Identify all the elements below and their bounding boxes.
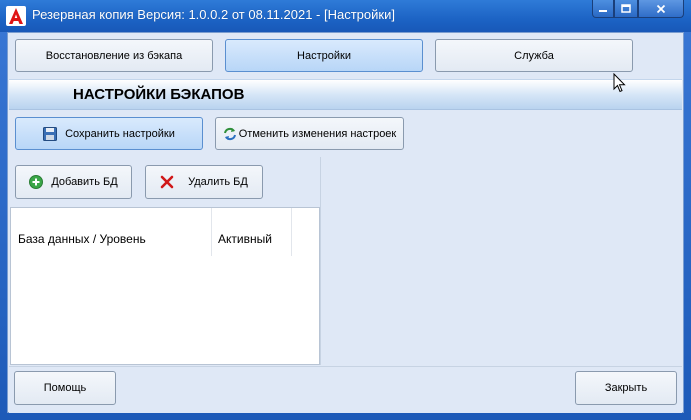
column-divider — [291, 208, 292, 256]
close-window-button[interactable] — [638, 0, 684, 18]
save-settings-label: Сохранить настройки — [65, 127, 175, 140]
undo-arrows-icon — [223, 127, 237, 141]
window-title: Резервная копия Версия: 1.0.0.2 от 08.11… — [32, 7, 395, 22]
minimize-button[interactable] — [592, 0, 614, 18]
database-grid[interactable]: База данных / Уровень Активный — [10, 207, 320, 365]
add-database-label: Добавить БД — [51, 176, 118, 188]
tab-settings[interactable]: Настройки — [225, 39, 423, 72]
tab-service[interactable]: Служба — [435, 39, 633, 72]
revert-settings-button[interactable]: Отменить изменения настроек — [215, 117, 404, 150]
revert-settings-label: Отменить изменения настроек — [238, 127, 397, 140]
delete-database-button[interactable]: Удалить БД — [145, 165, 263, 199]
delete-database-label: Удалить БД — [188, 176, 248, 188]
app-window: Резервная копия Версия: 1.0.0.2 от 08.11… — [0, 0, 691, 420]
tab-restore-from-backup[interactable]: Восстановление из бэкапа — [15, 39, 213, 72]
add-database-button[interactable]: Добавить БД — [15, 165, 132, 199]
delete-x-icon — [160, 175, 174, 189]
section-header: НАСТРОЙКИ БЭКАПОВ — [9, 79, 682, 110]
close-button[interactable]: Закрыть — [575, 371, 677, 405]
maximize-icon — [621, 3, 631, 13]
window-controls — [592, 0, 684, 18]
add-circle-icon — [29, 175, 44, 189]
column-divider — [211, 208, 212, 256]
column-header-active[interactable]: Активный — [218, 232, 272, 246]
save-settings-button[interactable]: Сохранить настройки — [15, 117, 203, 150]
minimize-icon — [599, 9, 607, 12]
app-logo-icon — [6, 6, 26, 26]
column-header-database[interactable]: База данных / Уровень — [18, 232, 146, 246]
client-area: Восстановление из бэкапа Настройки Служб… — [7, 32, 684, 413]
maximize-button[interactable] — [614, 0, 638, 18]
title-bar[interactable]: Резервная копия Версия: 1.0.0.2 от 08.11… — [0, 0, 691, 32]
floppy-disk-icon — [43, 126, 58, 141]
help-button[interactable]: Помощь — [14, 371, 116, 405]
mouse-cursor-icon — [613, 73, 626, 93]
section-title: НАСТРОЙКИ БЭКАПОВ — [73, 86, 245, 103]
close-icon — [656, 4, 666, 13]
